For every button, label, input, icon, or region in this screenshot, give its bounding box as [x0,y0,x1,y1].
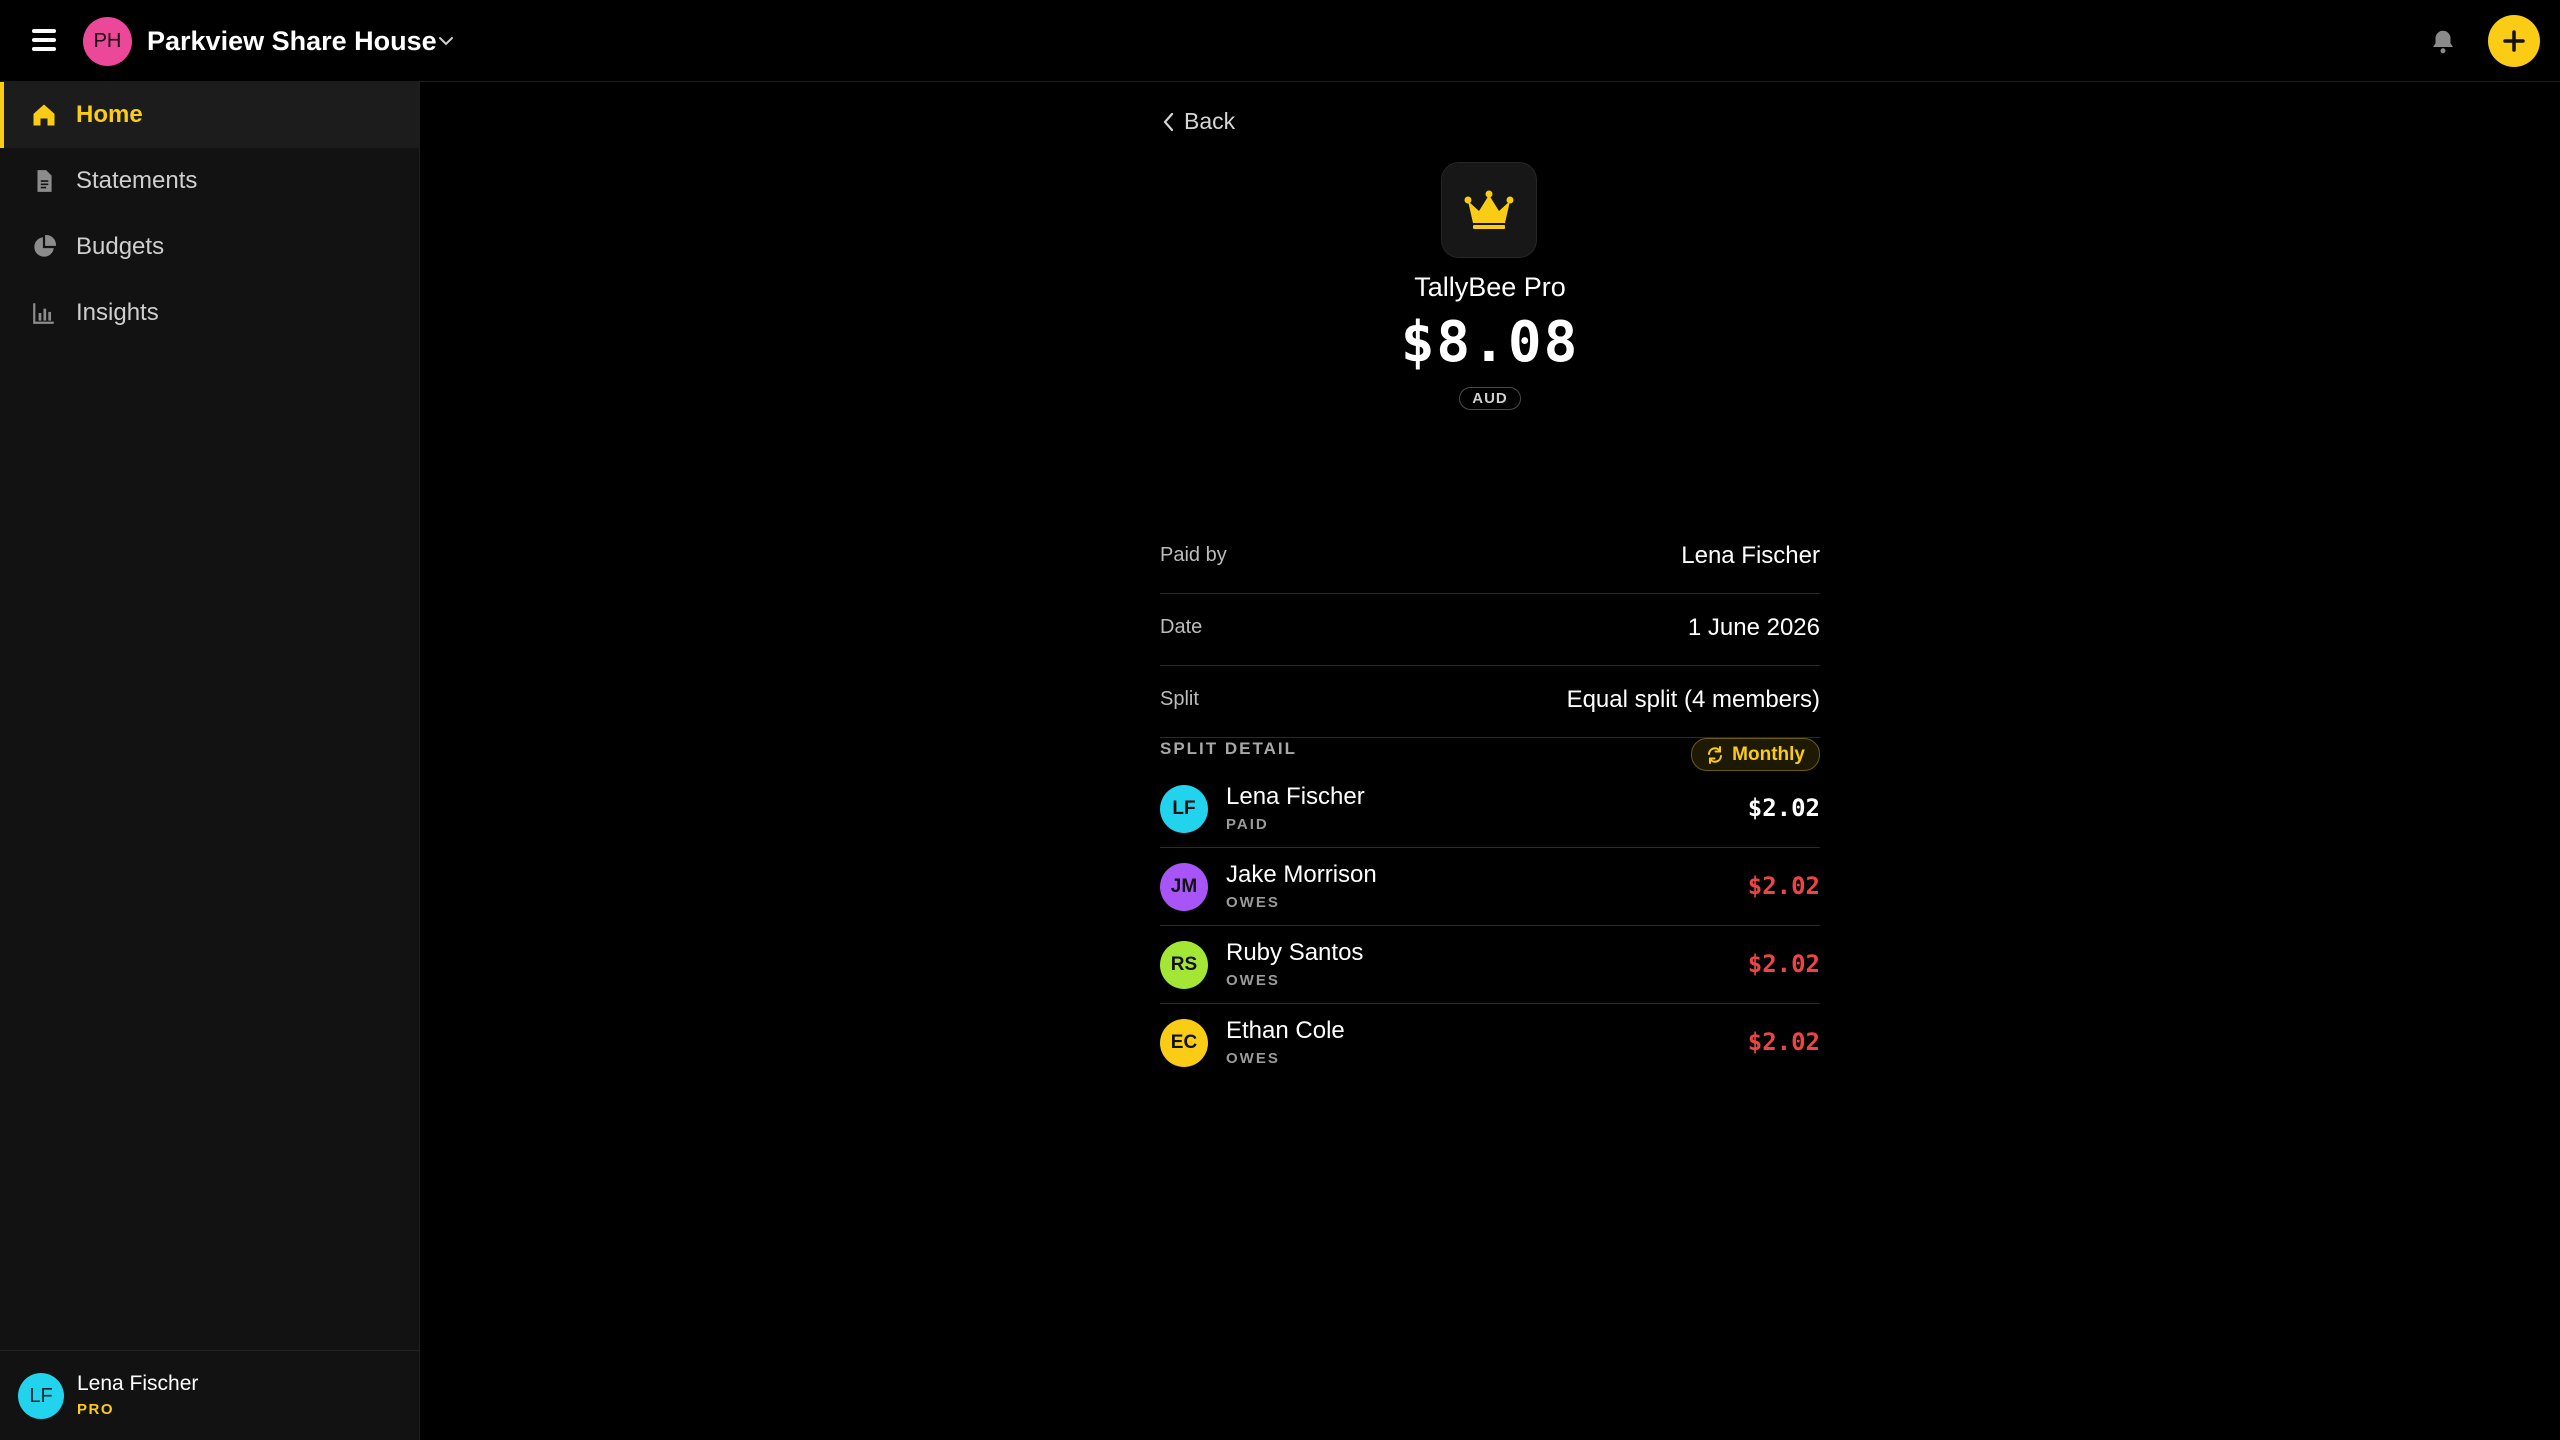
home-icon [30,101,58,129]
sidebar-item-home[interactable]: Home [0,82,419,148]
sidebar-item-insights[interactable]: Insights [0,280,419,346]
currency-badge: AUD [1459,387,1521,410]
sidebar-item-label: Statements [76,167,198,194]
member-name: Lena Fischer [1226,783,1365,810]
member-amount: $2.02 [1747,872,1820,900]
split-row: EC Ethan Cole OWES $2.02 [1160,1004,1820,1082]
sidebar: Home Statements Budgets Insights LF Lena… [0,82,420,1440]
sidebar-item-label: Insights [76,299,159,326]
user-name: Lena Fischer [77,1372,199,1395]
add-expense-button[interactable] [2488,15,2540,67]
detail-label: Date [1160,616,1203,638]
member-status: PAID [1226,816,1269,833]
chevron-left-icon [1163,112,1174,131]
detail-row-date: Date 1 June 2026 [1160,594,1820,666]
top-bar: PH Parkview Share House [0,0,2560,82]
split-row: LF Lena Fischer PAID $2.02 [1160,770,1820,848]
expense-title: TallyBee Pro [1414,272,1566,302]
recurring-label: Monthly [1732,743,1805,765]
plan-badge: PRO [77,1401,115,1418]
split-row: RS Ruby Santos OWES $2.02 [1160,926,1820,1004]
expense-icon-tile [1441,162,1537,258]
detail-row-split: Split Equal split (4 members) [1160,666,1820,738]
group-switcher-title[interactable]: Parkview Share House [147,26,437,57]
member-status: OWES [1226,894,1280,911]
detail-label: Paid by [1160,544,1227,566]
detail-value: Lena Fischer [1681,542,1820,569]
member-amount: $2.02 [1747,950,1820,978]
avatar: LF [1160,785,1208,833]
back-label: Back [1184,108,1236,134]
member-amount: $2.02 [1747,794,1820,822]
member-name: Ethan Cole [1226,1017,1345,1044]
avatar: EC [1160,1019,1208,1067]
split-row: JM Jake Morrison OWES $2.02 [1160,848,1820,926]
avatar: RS [1160,941,1208,989]
user-profile[interactable]: LF Lena Fischer PRO [0,1350,420,1440]
pie-chart-icon [30,233,58,261]
member-status: OWES [1226,972,1280,989]
crown-icon [1464,190,1514,229]
group-avatar[interactable]: PH [83,17,132,66]
document-icon [30,167,58,195]
split-detail-header: SPLIT DETAIL [1160,739,1298,758]
bell-icon[interactable] [2428,26,2458,58]
detail-value: 1 June 2026 [1687,614,1820,641]
member-name: Jake Morrison [1226,861,1377,888]
member-name: Ruby Santos [1226,939,1364,966]
member-status: OWES [1226,1050,1280,1067]
detail-row-paid-by: Paid by Lena Fischer [1160,522,1820,594]
avatar: JM [1160,863,1208,911]
chevron-down-icon[interactable] [436,31,456,51]
sidebar-item-label: Budgets [76,233,165,260]
back-button[interactable]: Back [1160,108,1235,135]
recurring-badge: Monthly [1691,738,1820,771]
bar-chart-icon [30,299,58,327]
sidebar-item-budgets[interactable]: Budgets [0,214,419,280]
plus-icon [2503,30,2525,52]
sidebar-item-label: Home [76,101,143,128]
avatar: LF [18,1373,64,1419]
detail-label: Split [1160,688,1199,710]
detail-value: Equal split (4 members) [1566,686,1820,713]
hamburger-icon[interactable] [30,25,60,57]
repeat-icon [1708,745,1723,764]
expense-amount: $8.08 [1400,310,1580,375]
sidebar-item-statements[interactable]: Statements [0,148,419,214]
member-amount: $2.02 [1747,1028,1820,1056]
